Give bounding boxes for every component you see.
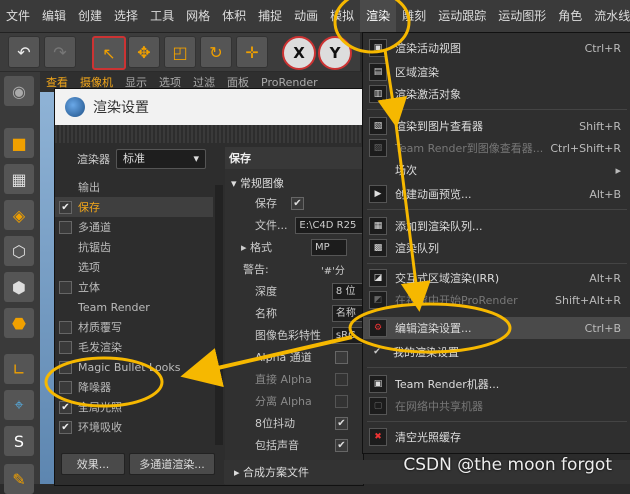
annotation-arrow-2	[393, 115, 431, 312]
annotation-overlay	[44, 0, 512, 408]
annotation-circle-edit-settings	[348, 302, 512, 354]
annotation-arrow-3	[180, 335, 353, 388]
annotation-circle-render-menu	[333, 0, 411, 54]
annotation-arrow-1	[377, 49, 408, 128]
annotation-circle-denoiser	[44, 356, 164, 408]
